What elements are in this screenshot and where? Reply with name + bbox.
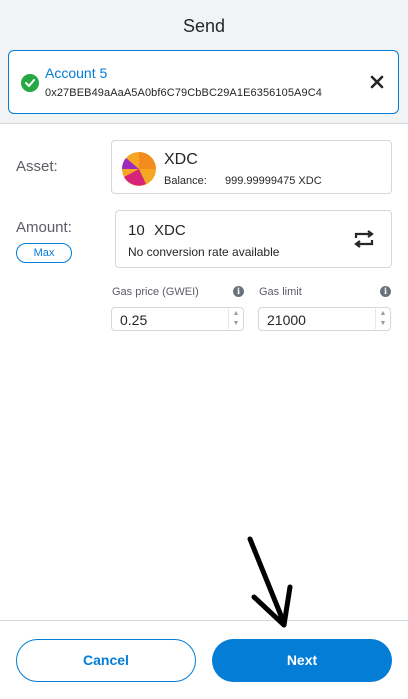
gas-limit-label: Gas limit	[259, 286, 302, 298]
gas-price-label: Gas price (GWEI)	[112, 286, 199, 298]
next-button[interactable]: Next	[212, 639, 392, 682]
cancel-button[interactable]: Cancel	[16, 639, 196, 682]
chevron-up-icon[interactable]: ▲	[231, 309, 241, 318]
check-circle-icon	[21, 74, 39, 92]
amount-unit: XDC	[154, 222, 186, 239]
chevron-down-icon[interactable]: ▼	[378, 319, 388, 328]
info-icon[interactable]: i	[233, 286, 244, 297]
page-title: Send	[182, 16, 226, 36]
amount-input[interactable]: 10 XDC No conversion rate available	[115, 210, 392, 268]
gas-limit-value[interactable]: 21000	[267, 312, 306, 328]
gas-price-value[interactable]: 0.25	[120, 312, 147, 328]
gas-price-stepper[interactable]: ▲ ▼	[228, 309, 242, 329]
amount-value[interactable]: 10	[128, 222, 145, 239]
footer: Cancel Next	[0, 620, 408, 699]
gas-limit-input[interactable]: 21000 ▲ ▼	[258, 307, 391, 331]
send-header: Send Account 5 0x27BEB49aAaA5A0bf6C79CbB…	[0, 0, 408, 124]
chevron-down-icon[interactable]: ▼	[231, 319, 241, 328]
swap-icon[interactable]	[352, 230, 376, 248]
asset-balance-value: 999.99999475 XDC	[225, 175, 322, 187]
info-icon[interactable]: i	[380, 286, 391, 297]
conversion-rate-text: No conversion rate available	[128, 245, 280, 259]
gas-price-input[interactable]: 0.25 ▲ ▼	[111, 307, 244, 331]
asset-balance-label: Balance:	[164, 175, 207, 187]
max-button[interactable]: Max	[16, 243, 72, 263]
chevron-up-icon[interactable]: ▲	[378, 309, 388, 318]
recipient-card[interactable]: Account 5 0x27BEB49aAaA5A0bf6C79CbBC29A1…	[8, 50, 399, 114]
gas-limit-stepper[interactable]: ▲ ▼	[375, 309, 389, 329]
close-icon[interactable]	[370, 75, 386, 91]
asset-selector[interactable]: XDC Balance: 999.99999475 XDC	[111, 140, 392, 194]
recipient-account-name: Account 5	[45, 65, 108, 81]
asset-symbol: XDC	[164, 151, 198, 168]
recipient-address: 0x27BEB49aAaA5A0bf6C79CbBC29A1E6356105A9…	[45, 87, 322, 99]
amount-label: Amount:	[16, 219, 72, 236]
token-icon	[121, 152, 156, 186]
asset-label: Asset:	[16, 158, 58, 175]
